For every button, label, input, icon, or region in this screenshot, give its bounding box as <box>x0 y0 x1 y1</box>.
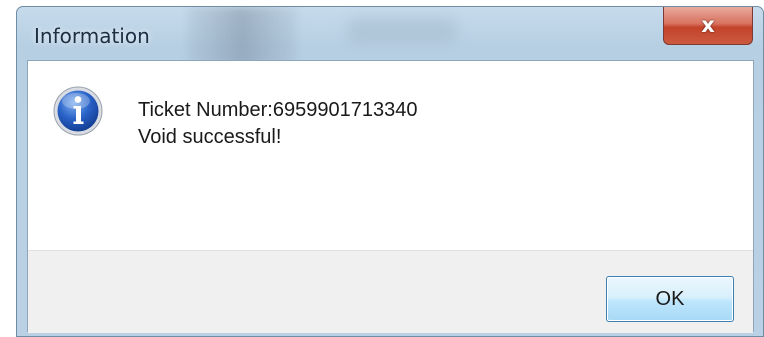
ticket-number-line: Ticket Number:6959901713340 <box>138 99 418 121</box>
information-dialog: Information x Ticket Number:695990171334… <box>16 6 764 337</box>
message-area: Ticket Number:6959901713340 Void success… <box>28 61 753 250</box>
dialog-title: Information <box>34 24 150 48</box>
dialog-content: Ticket Number:6959901713340 Void success… <box>27 60 754 333</box>
void-status-line: Void successful! <box>138 126 282 148</box>
close-icon: x <box>701 13 715 37</box>
ok-button[interactable]: OK <box>606 276 734 322</box>
message-text: Ticket Number:6959901713340 Void success… <box>138 97 417 151</box>
title-bar-background-blur <box>187 7 297 65</box>
information-icon <box>53 86 103 136</box>
close-button[interactable]: x <box>663 7 753 45</box>
dialog-footer: OK <box>28 250 753 333</box>
title-bar-background-blur <box>347 17 457 43</box>
